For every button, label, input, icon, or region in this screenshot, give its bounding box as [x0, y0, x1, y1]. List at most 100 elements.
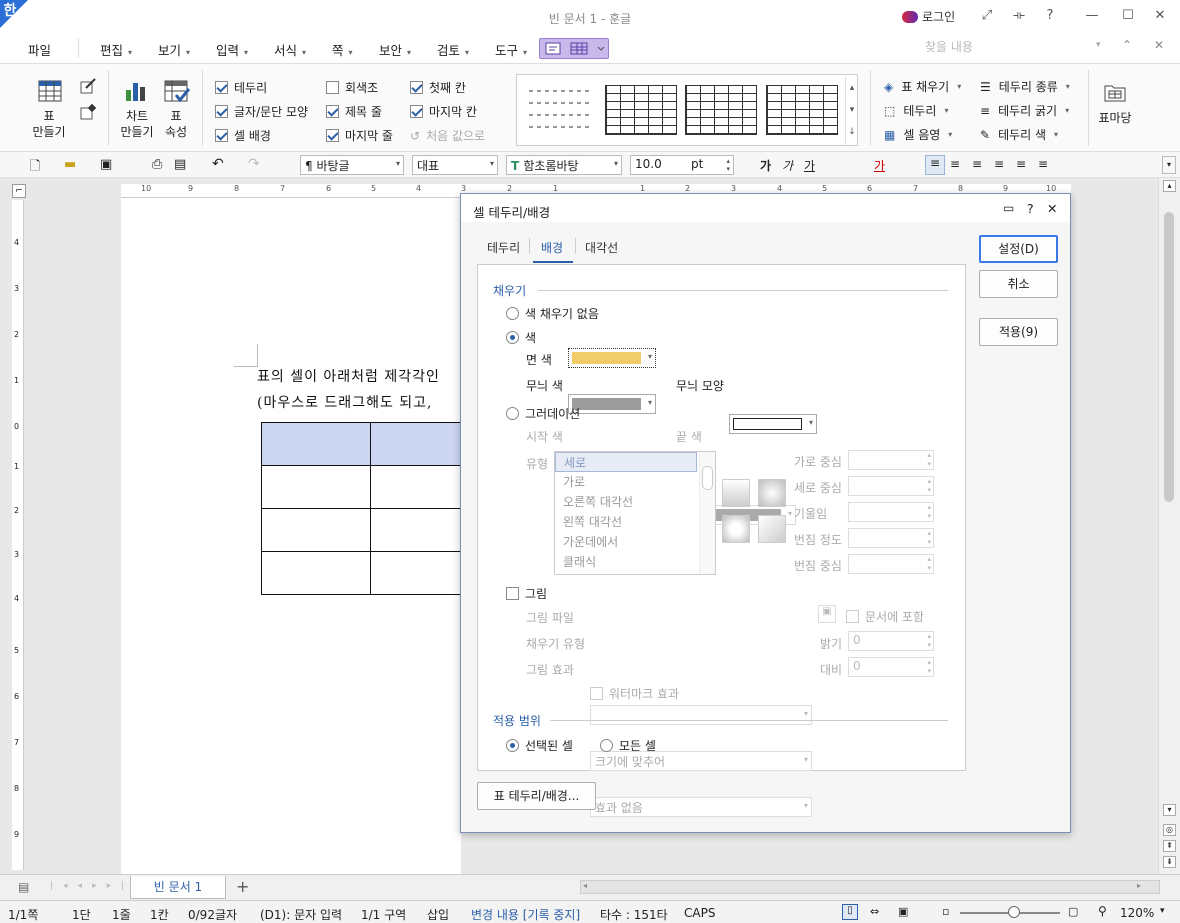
horizontal-scrollbar[interactable]: ◂ ▸ — [580, 880, 1160, 894]
tab-background[interactable]: 배경 — [541, 239, 563, 256]
page-jump-icon[interactable]: ◎ — [1163, 824, 1176, 836]
scroll-right-icon[interactable]: ▸ — [1137, 881, 1141, 890]
close-icon[interactable]: ✕ — [1150, 8, 1170, 26]
menu-page[interactable]: 쪽 ▾ — [332, 40, 353, 59]
ok-button[interactable]: 설정(D) — [979, 235, 1058, 263]
check-char-para[interactable]: 글자/문단 모양 — [215, 103, 308, 120]
align-left-icon[interactable]: ≡ — [950, 157, 960, 171]
print-icon[interactable]: ⎙ — [152, 157, 162, 172]
browse-picture-icon[interactable]: ▣ — [818, 605, 836, 623]
minimize-icon[interactable]: — — [1082, 8, 1102, 26]
radio[interactable] — [506, 331, 519, 344]
font-select[interactable]: T 함초롬바탕 ▾ — [506, 155, 622, 175]
font-color-button[interactable]: 가 — [874, 157, 885, 174]
prev-page-icon[interactable]: ⇞ — [1163, 840, 1176, 852]
view-page-icon[interactable]: ▯ — [842, 904, 858, 920]
list-scrollbar[interactable] — [699, 452, 715, 574]
checkbox[interactable] — [215, 105, 228, 118]
table-cell[interactable] — [261, 465, 371, 509]
fill-type-select[interactable]: 크기에 맞추어 ▾ — [590, 751, 812, 771]
no-fill-option[interactable]: 색 채우기 없음 — [506, 305, 599, 322]
table-mark-button[interactable]: 표마당 — [1096, 110, 1134, 126]
list-item[interactable]: 왼쪽 대각선 — [555, 512, 715, 532]
align-distribute-icon[interactable]: ≡ — [1016, 157, 1026, 171]
table-style-grid-2[interactable] — [685, 85, 757, 135]
picture-file-input[interactable]: ▾ — [590, 705, 812, 725]
slope-spin[interactable] — [848, 502, 934, 522]
table-design-tab[interactable] — [539, 38, 609, 59]
table-pen-icon[interactable] — [80, 78, 96, 97]
v-center-spin[interactable] — [848, 476, 934, 496]
face-color-picker[interactable]: ▾ — [568, 348, 656, 368]
checkbox[interactable] — [846, 610, 859, 623]
table-cell[interactable] — [370, 508, 463, 552]
document-line-2[interactable]: (마우스로 드래그해도 되고, — [257, 392, 433, 412]
zoom-slider-handle[interactable] — [1008, 906, 1020, 918]
tab-nav-icons[interactable]: |◂◂▸▸| — [50, 881, 134, 891]
include-in-doc-option[interactable]: 문서에 포함 — [846, 608, 924, 625]
zoom-out-icon[interactable]: ▫ — [942, 905, 949, 918]
check-grayscale[interactable]: 회색조 — [326, 79, 378, 96]
list-item[interactable]: 오른쪽 대각선 — [555, 492, 715, 512]
list-item[interactable]: 세로 — [555, 452, 697, 472]
dialog-help-icon[interactable]: ? — [1027, 201, 1034, 216]
cancel-button[interactable]: 취소 — [979, 270, 1058, 298]
preview-icon[interactable]: ▤ — [174, 157, 186, 172]
list-scroll-thumb[interactable] — [702, 466, 713, 490]
check-last-row[interactable]: 마지막 줄 — [326, 127, 393, 144]
checkbox[interactable] — [326, 129, 339, 142]
menu-file[interactable]: 파일 — [28, 40, 51, 59]
table-cell[interactable] — [370, 551, 463, 595]
table-make-icon[interactable] — [38, 80, 62, 105]
radio[interactable] — [506, 739, 519, 752]
document-table[interactable] — [261, 422, 463, 595]
checkbox[interactable] — [506, 587, 519, 600]
pattern-shape-select[interactable]: ▾ — [729, 414, 817, 434]
italic-button[interactable]: 가 — [782, 157, 793, 174]
checkbox[interactable] — [326, 81, 339, 94]
scroll-thumb[interactable] — [1164, 212, 1174, 502]
radio[interactable] — [506, 407, 519, 420]
menu-format[interactable]: 서식 ▾ — [274, 40, 306, 59]
tab-diagonal[interactable]: 대각선 — [585, 239, 618, 256]
align-justify-icon[interactable]: ≡ — [925, 155, 945, 175]
vertical-ruler[interactable]: 4 3 2 1 0 1 2 3 4 5 6 7 8 9 — [12, 200, 24, 870]
underline-button[interactable]: 가 — [804, 157, 815, 174]
chart-icon[interactable] — [124, 80, 148, 105]
blur-degree-spin[interactable] — [848, 528, 934, 548]
table-cell[interactable] — [261, 551, 371, 595]
check-first-col[interactable]: 첫째 칸 — [410, 79, 466, 96]
login-button[interactable]: 로그인 — [902, 8, 955, 25]
checkbox[interactable] — [215, 129, 228, 142]
table-cell[interactable] — [370, 422, 463, 466]
contrast-spin[interactable]: 0 — [848, 657, 934, 677]
status-track-changes[interactable]: 변경 내용 [기록 중지] — [471, 906, 580, 923]
scroll-down-icon[interactable]: ▾ — [1163, 804, 1176, 816]
border-thickness-menu[interactable]: ≡ 테두리 굵기 ▾ — [980, 102, 1069, 119]
table-props-icon[interactable] — [164, 80, 191, 107]
list-item[interactable]: 가로 — [555, 472, 715, 492]
open-folder-icon[interactable]: ▬ — [64, 157, 76, 172]
table-cell[interactable] — [261, 508, 371, 552]
apply-button[interactable]: 적용(9) — [979, 318, 1058, 346]
table-border-bg-button[interactable]: 표 테두리/배경... — [477, 782, 596, 810]
table-cell[interactable] — [261, 422, 371, 466]
gradient-preview-2[interactable] — [758, 479, 786, 507]
redo-icon[interactable]: ↷ — [248, 156, 260, 172]
dialog-close-icon[interactable]: ✕ — [1047, 201, 1057, 216]
search-input[interactable]: 찾을 내용 — [925, 38, 1110, 58]
menu-review[interactable]: 검토 ▾ — [437, 40, 469, 59]
search-dropdown-icon[interactable]: ▾ — [1096, 40, 1101, 50]
font-size-input[interactable]: 10.0 pt ▴ ▾ — [630, 155, 734, 175]
border-type-menu[interactable]: ☰ 테두리 종류 ▾ — [980, 78, 1070, 95]
close-search-icon[interactable]: ✕ — [1154, 38, 1164, 52]
cell-shade-menu[interactable]: ▦ 셀 음영 ▾ — [884, 126, 952, 143]
reset-initial-button[interactable]: ↺ 처음 값으로 — [410, 127, 485, 144]
check-last-col[interactable]: 마지막 칸 — [410, 103, 477, 120]
zoom-search-icon[interactable]: ⚲ — [1098, 904, 1107, 918]
table-make-button[interactable]: 표 만들기 — [26, 108, 72, 140]
menu-view[interactable]: 보기 ▾ — [158, 40, 190, 59]
brightness-spin[interactable]: 0 — [848, 631, 934, 651]
dialog-minimize-icon[interactable]: ▭ — [1003, 201, 1014, 215]
checkbox[interactable] — [326, 105, 339, 118]
